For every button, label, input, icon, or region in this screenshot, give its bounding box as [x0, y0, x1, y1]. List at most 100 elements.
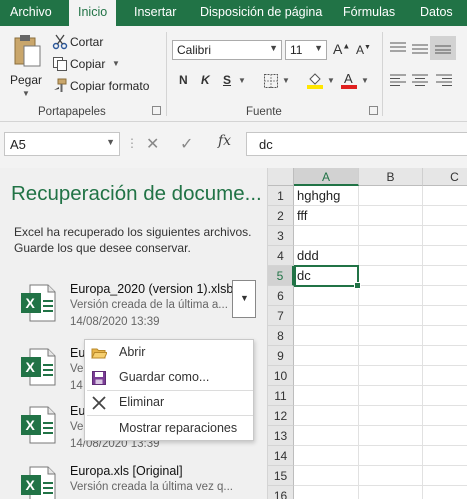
tab-insertar[interactable]: Insertar	[134, 0, 176, 26]
cell-c13[interactable]	[423, 426, 467, 446]
cell-a2[interactable]: fff	[294, 206, 359, 226]
chevron-down-icon[interactable]: ▼	[327, 76, 335, 85]
italic-button[interactable]: K	[201, 73, 210, 87]
row-header[interactable]: 9	[268, 346, 294, 366]
cell-b4[interactable]	[359, 246, 423, 266]
row-header[interactable]: 12	[268, 406, 294, 426]
row-header[interactable]: 4	[268, 246, 294, 266]
insert-function-icon[interactable]: fx	[218, 133, 231, 149]
file-options-button[interactable]: ▼	[232, 280, 256, 318]
confirm-icon[interactable]: ✓	[180, 134, 193, 154]
select-all-corner[interactable]	[268, 168, 294, 186]
cell-b9[interactable]	[359, 346, 423, 366]
chevron-down-icon[interactable]: ▼	[282, 76, 290, 85]
cell-b7[interactable]	[359, 306, 423, 326]
tab-inicio[interactable]: Inicio	[69, 0, 117, 26]
column-header-b[interactable]: B	[359, 168, 423, 186]
grow-font-icon[interactable]: A▲	[333, 41, 350, 57]
row-header[interactable]: 5	[268, 266, 294, 286]
cell-c15[interactable]	[423, 466, 467, 486]
cell-c7[interactable]	[423, 306, 467, 326]
name-box[interactable]: A5 ▼	[4, 132, 120, 156]
cell-b10[interactable]	[359, 366, 423, 386]
paste-button[interactable]: Pegar ▼	[6, 32, 48, 104]
column-header-c[interactable]: C	[423, 168, 467, 186]
chevron-down-icon[interactable]: ▼	[361, 76, 369, 85]
cell-a1[interactable]: hghghg	[294, 186, 359, 206]
cell-a8[interactable]	[294, 326, 359, 346]
fill-color-icon[interactable]	[307, 71, 323, 89]
format-painter-button[interactable]: Copiar formato	[50, 76, 156, 96]
menu-item-delete[interactable]: Eliminar	[85, 391, 253, 415]
row-header[interactable]: 2	[268, 206, 294, 226]
row-header[interactable]: 13	[268, 426, 294, 446]
cell-a12[interactable]	[294, 406, 359, 426]
cell-b11[interactable]	[359, 386, 423, 406]
cell-c14[interactable]	[423, 446, 467, 466]
row-header[interactable]: 16	[268, 486, 294, 499]
cell-b6[interactable]	[359, 286, 423, 306]
cell-b8[interactable]	[359, 326, 423, 346]
row-header[interactable]: 10	[268, 366, 294, 386]
cell-c5[interactable]	[423, 266, 467, 286]
cell-b5[interactable]	[359, 266, 423, 286]
cell-c16[interactable]	[423, 486, 467, 499]
row-header[interactable]: 1	[268, 186, 294, 206]
cell-a3[interactable]	[294, 226, 359, 246]
cell-a6[interactable]	[294, 286, 359, 306]
cell-a7[interactable]	[294, 306, 359, 326]
bold-button[interactable]: N	[179, 73, 188, 87]
align-left-icon[interactable]	[390, 74, 406, 86]
cell-b12[interactable]	[359, 406, 423, 426]
cell-c1[interactable]	[423, 186, 467, 206]
underline-button[interactable]: S	[223, 73, 231, 87]
shrink-font-icon[interactable]: A▼	[356, 43, 371, 57]
row-header[interactable]: 6	[268, 286, 294, 306]
cell-a4[interactable]: ddd	[294, 246, 359, 266]
font-dialog-launcher[interactable]	[369, 106, 378, 115]
row-header[interactable]: 3	[268, 226, 294, 246]
tab-disposicion-pagina[interactable]: Disposición de página	[200, 0, 322, 26]
row-header[interactable]: 7	[268, 306, 294, 326]
cell-b13[interactable]	[359, 426, 423, 446]
row-header[interactable]: 8	[268, 326, 294, 346]
borders-icon[interactable]	[264, 74, 278, 88]
font-name-select[interactable]: Calibri ▼	[172, 40, 282, 60]
align-bottom-button[interactable]	[430, 36, 456, 60]
cell-b14[interactable]	[359, 446, 423, 466]
menu-item-open[interactable]: Abrir	[85, 341, 253, 365]
tab-archivo[interactable]: Archivo	[10, 0, 52, 26]
cell-c11[interactable]	[423, 386, 467, 406]
cell-c9[interactable]	[423, 346, 467, 366]
cell-a10[interactable]	[294, 366, 359, 386]
menu-item-show-repairs[interactable]: Mostrar reparaciones	[85, 417, 253, 441]
tab-datos[interactable]: Datos	[420, 0, 453, 26]
menu-item-save-as[interactable]: Guardar como...	[85, 366, 253, 390]
cell-c8[interactable]	[423, 326, 467, 346]
cell-c12[interactable]	[423, 406, 467, 426]
cell-c10[interactable]	[423, 366, 467, 386]
align-middle-icon[interactable]	[412, 42, 428, 54]
font-size-select[interactable]: 11 ▼	[285, 40, 327, 60]
cell-a13[interactable]	[294, 426, 359, 446]
cell-b1[interactable]	[359, 186, 423, 206]
cell-a14[interactable]	[294, 446, 359, 466]
cell-c3[interactable]	[423, 226, 467, 246]
cell-b15[interactable]	[359, 466, 423, 486]
cell-b2[interactable]	[359, 206, 423, 226]
cell-c2[interactable]	[423, 206, 467, 226]
recovered-file-item[interactable]: X Europa_2020 (version 1).xlsb... Versió…	[16, 280, 256, 340]
row-header[interactable]: 14	[268, 446, 294, 466]
cell-c4[interactable]	[423, 246, 467, 266]
align-top-icon[interactable]	[390, 42, 406, 54]
copy-button[interactable]: Copiar ▼	[50, 54, 150, 74]
cancel-icon[interactable]: ✕	[146, 134, 159, 154]
row-header[interactable]: 11	[268, 386, 294, 406]
cell-b3[interactable]	[359, 226, 423, 246]
align-center-icon[interactable]	[412, 74, 428, 86]
column-header-a[interactable]: A	[294, 168, 359, 186]
chevron-down-icon[interactable]: ▼	[238, 76, 246, 85]
align-right-icon[interactable]	[436, 74, 452, 86]
clipboard-dialog-launcher[interactable]	[152, 106, 161, 115]
row-header[interactable]: 15	[268, 466, 294, 486]
